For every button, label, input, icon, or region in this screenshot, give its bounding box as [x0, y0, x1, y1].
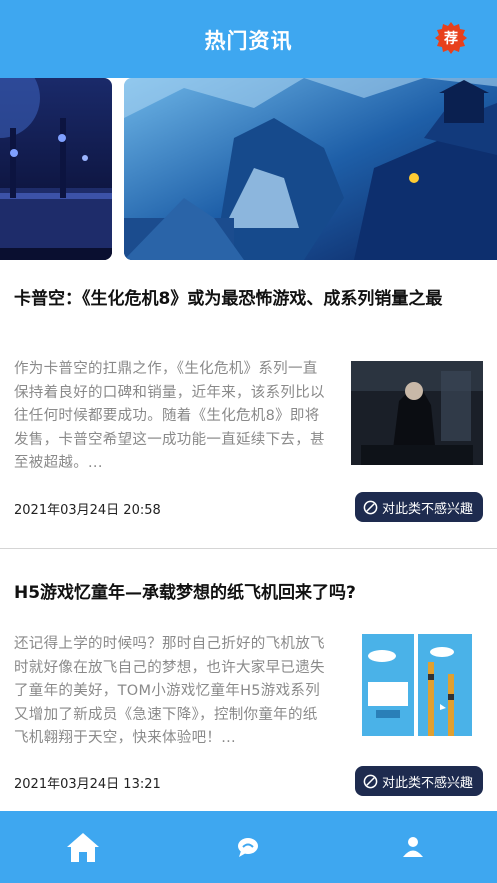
news-time: 2021年03月24日 13:21: [14, 777, 161, 792]
banner-slide-previous[interactable]: [0, 78, 112, 260]
banner-slide-current[interactable]: [124, 78, 497, 260]
news-time: 2021年03月24日 20:58: [14, 503, 161, 518]
news-thumbnail[interactable]: [362, 634, 472, 736]
recommend-badge[interactable]: 荐: [435, 22, 467, 54]
divider: [0, 548, 497, 549]
news-summary: 作为卡普空的扛鼎之作，《生化危机》系列一直保持着良好的口碑和销量，近年来，该系列…: [14, 361, 325, 471]
tab-home[interactable]: [65, 829, 101, 865]
news-title[interactable]: H5游戏忆童年—承载梦想的纸飞机回来了吗?: [14, 581, 464, 605]
not-interested-button[interactable]: 对此类不感兴趣: [354, 492, 483, 522]
news-thumbnail[interactable]: [351, 361, 483, 465]
home-icon: [67, 833, 99, 862]
page-title: 热门资讯: [204, 29, 293, 53]
block-icon: [363, 774, 378, 788]
tab-profile[interactable]: [395, 829, 431, 865]
banner-image: [124, 78, 497, 260]
block-icon: [363, 500, 378, 514]
thumbnail-image: [362, 634, 472, 736]
not-interested-button[interactable]: 对此类不感兴趣: [354, 766, 483, 796]
news-summary: 还记得上学的时候吗？那时自己折好的飞机放飞时就好像在放飞自己的梦想，也许大家早已…: [14, 636, 325, 746]
chat-icon: [238, 838, 258, 857]
tab-messages[interactable]: [230, 829, 266, 865]
user-icon: [403, 837, 423, 857]
banner-image: [0, 78, 112, 260]
top-bar: 热门资讯 荐: [0, 0, 497, 78]
thumbnail-image: [351, 361, 483, 465]
banner-carousel[interactable]: [0, 78, 497, 266]
bottom-tab-bar: [0, 811, 497, 883]
news-title[interactable]: 卡普空：《生化危机8》或为最恐怖游戏、成系列销量之最: [14, 287, 464, 311]
